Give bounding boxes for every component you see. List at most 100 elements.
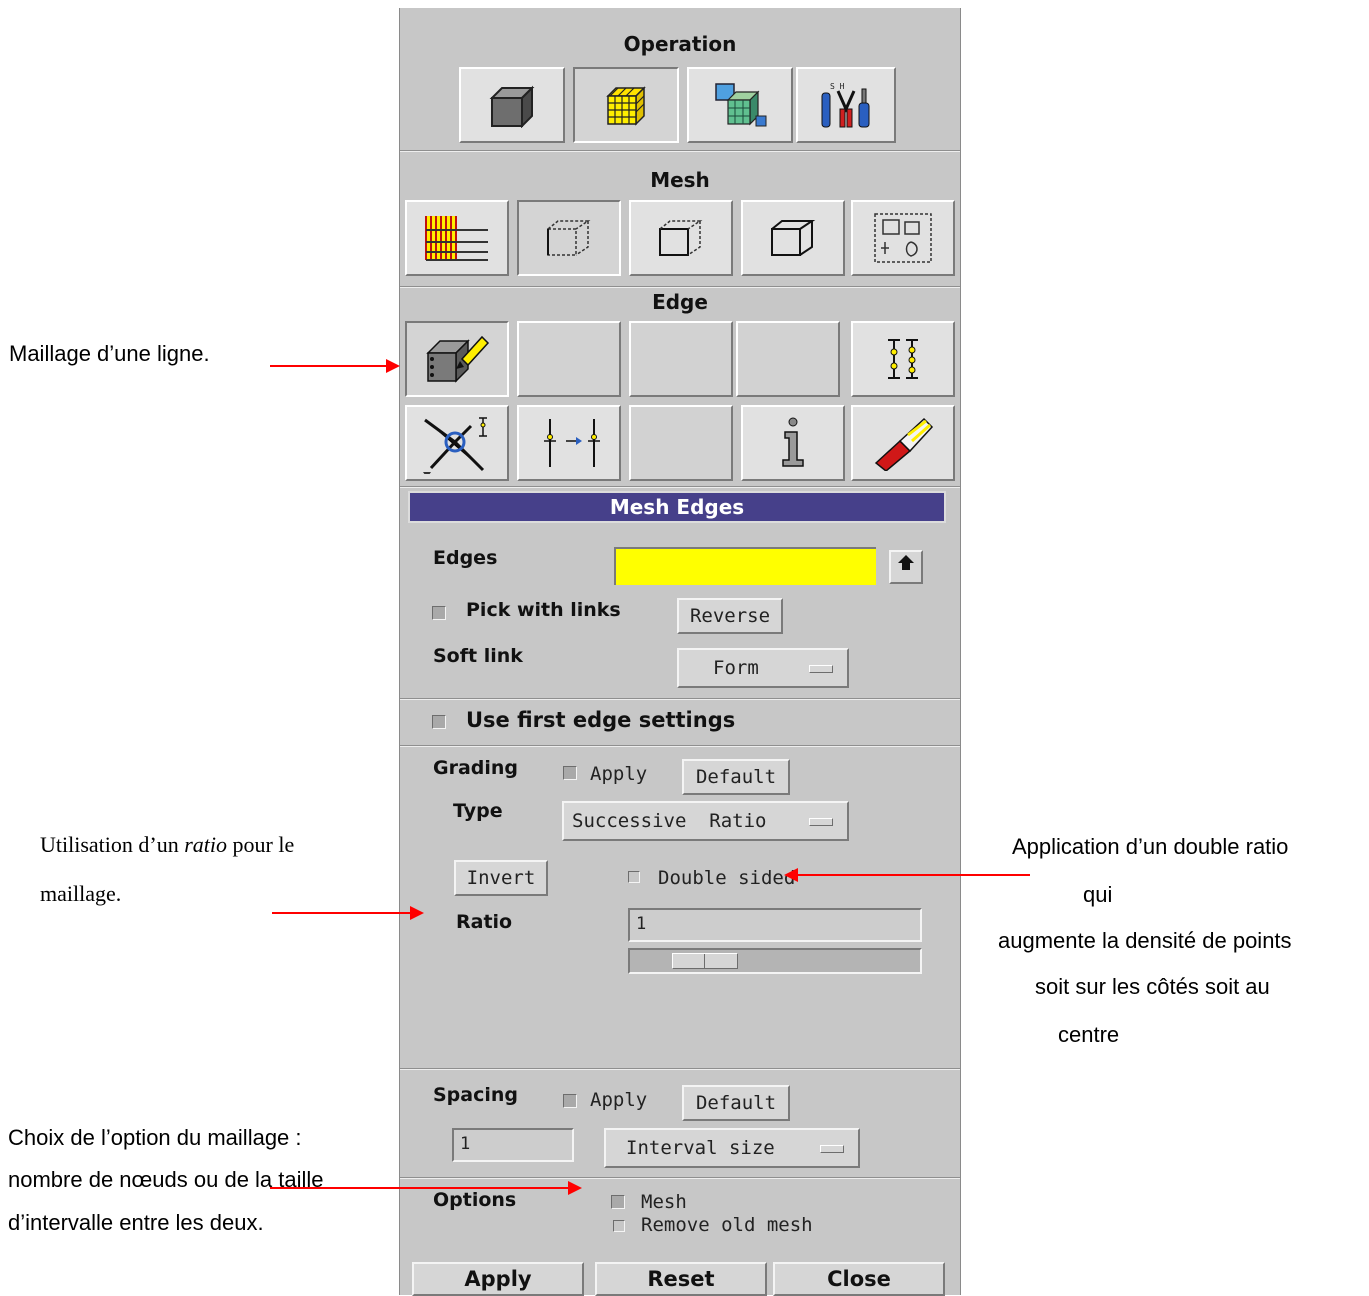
dropdown-indicator-icon [820, 1145, 844, 1153]
annotation-maillage-ligne: Maillage d’une ligne. [9, 341, 210, 366]
annotation-double-line4: soit sur les côtés soit au [1035, 974, 1270, 999]
delete-edge-icon [874, 417, 934, 471]
svg-text:S H: S H [830, 82, 845, 91]
pick-with-links-checkbox[interactable] [432, 606, 446, 620]
edge-empty-button-4[interactable] [629, 405, 733, 481]
soft-link-dropdown[interactable]: Form [677, 648, 849, 688]
mesh-edge-icon [426, 335, 490, 383]
invert-button[interactable]: Invert [454, 860, 548, 896]
mesh-option-checkbox[interactable] [611, 1195, 625, 1209]
edge-empty-button-2[interactable] [629, 321, 733, 397]
mesh-grid-cube-icon [606, 86, 646, 126]
grading-default-button[interactable]: Default [682, 759, 790, 795]
annotation-ratio-line1: Utilisation d’un ratio pour le [40, 832, 295, 857]
grading-apply-label: Apply [590, 763, 648, 785]
reverse-button[interactable]: Reverse [677, 598, 783, 634]
annotation-choix-line2: nombre de nœuds ou de la taille [8, 1167, 324, 1192]
ratio-slider-handle[interactable] [672, 953, 738, 969]
mesh-groups-button[interactable] [851, 200, 955, 276]
annotation-ratio-line2: maillage. [40, 881, 122, 906]
modify-edge-icon [423, 417, 487, 474]
operation-title: Operation [623, 32, 737, 56]
spacing-apply-checkbox[interactable] [563, 1094, 577, 1108]
double-sided-checkbox[interactable] [628, 871, 640, 883]
mesh-groups-icon [874, 213, 932, 263]
spacing-default-button[interactable]: Default [682, 1085, 790, 1121]
separator [400, 698, 960, 700]
split-edge-icon [544, 419, 600, 467]
split-edge-button[interactable] [517, 405, 621, 481]
remove-old-mesh-label: Remove old mesh [641, 1214, 813, 1236]
mesh-tool-panel: Operation S H Mesh Edge Mesh Edges Edges… [399, 8, 961, 1296]
spacing-input[interactable]: 1 [452, 1128, 574, 1162]
zones-button[interactable] [687, 67, 793, 143]
edges-up-arrow-button[interactable] [889, 550, 923, 584]
geometry-cube-icon [489, 85, 535, 128]
mesh-edge-button[interactable] [405, 321, 509, 397]
edge-title: Edge [652, 290, 708, 314]
soft-link-value: Form [713, 657, 759, 679]
mesh-faces-button[interactable] [629, 200, 733, 276]
apply-button[interactable]: Apply [412, 1262, 584, 1296]
link-edges-button[interactable] [851, 321, 955, 397]
summarize-icon [782, 417, 804, 467]
modify-edge-button[interactable] [405, 405, 509, 481]
close-button[interactable]: Close [773, 1262, 945, 1296]
zones-cube-icon [715, 83, 767, 127]
soft-link-label: Soft link [433, 645, 523, 667]
annotation-double-line5: centre [1058, 1022, 1120, 1047]
link-edges-icon [888, 339, 918, 379]
ratio-input[interactable]: 1 [628, 908, 922, 942]
tools-button[interactable]: S H [796, 67, 896, 143]
annotation-arrow [270, 359, 400, 373]
use-first-edge-settings-checkbox[interactable] [432, 715, 446, 729]
edge-empty-button-1[interactable] [517, 321, 621, 397]
separator [400, 150, 960, 152]
annotation-arrow [784, 868, 1030, 882]
grading-label: Grading [433, 757, 519, 779]
pick-with-links-label: Pick with links [466, 599, 621, 621]
spacing-apply-label: Apply [590, 1089, 648, 1111]
edge-empty-button-3[interactable] [736, 321, 840, 397]
separator [400, 1068, 960, 1070]
grading-type-dropdown[interactable]: Successive Ratio [562, 801, 849, 841]
options-label: Options [433, 1189, 517, 1211]
summarize-button[interactable] [741, 405, 845, 481]
geometry-button[interactable] [459, 67, 565, 143]
reset-button[interactable]: Reset [595, 1262, 767, 1296]
tools-icon: S H [821, 82, 870, 128]
separator [400, 1177, 960, 1179]
annotation-double-line1: Application d’un double ratio [1012, 834, 1289, 859]
boundary-layer-button[interactable] [405, 200, 509, 276]
edges-label: Edges [433, 547, 498, 569]
grading-type-value: Successive Ratio [572, 810, 767, 832]
annotation-double-line3: augmente la densité de points [998, 928, 1292, 953]
boundary-layer-icon [425, 216, 488, 261]
dropdown-indicator-icon [809, 665, 833, 673]
mesh-title: Mesh [650, 168, 710, 192]
separator [400, 286, 960, 288]
spacing-type-value: Interval size [626, 1137, 775, 1159]
annotation-arrow [270, 1181, 582, 1195]
use-first-edge-settings-label: Use first edge settings [466, 708, 736, 732]
annotation-choix-line1: Choix de l’option du maillage : [8, 1125, 302, 1150]
edges-input[interactable] [614, 547, 876, 585]
delete-edge-button[interactable] [851, 405, 955, 481]
mesh-option-label: Mesh [641, 1191, 687, 1213]
annotation-choix-line3: d’intervalle entre les deux. [8, 1210, 264, 1235]
mesh-edges-button[interactable] [517, 200, 621, 276]
ratio-slider[interactable] [628, 948, 922, 974]
mesh-volumes-button[interactable] [741, 200, 845, 276]
up-arrow-icon [898, 555, 914, 570]
mesh-edges-icon [547, 220, 591, 256]
separator [400, 486, 960, 488]
type-label: Type [453, 800, 503, 822]
mesh-button[interactable] [573, 67, 679, 143]
remove-old-mesh-checkbox[interactable] [613, 1220, 625, 1232]
separator [400, 745, 960, 747]
double-sided-label: Double sided [658, 867, 796, 889]
dropdown-indicator-icon [809, 818, 833, 826]
grading-apply-checkbox[interactable] [563, 766, 577, 780]
spacing-type-dropdown[interactable]: Interval size [604, 1128, 860, 1168]
annotation-arrow [272, 906, 424, 920]
